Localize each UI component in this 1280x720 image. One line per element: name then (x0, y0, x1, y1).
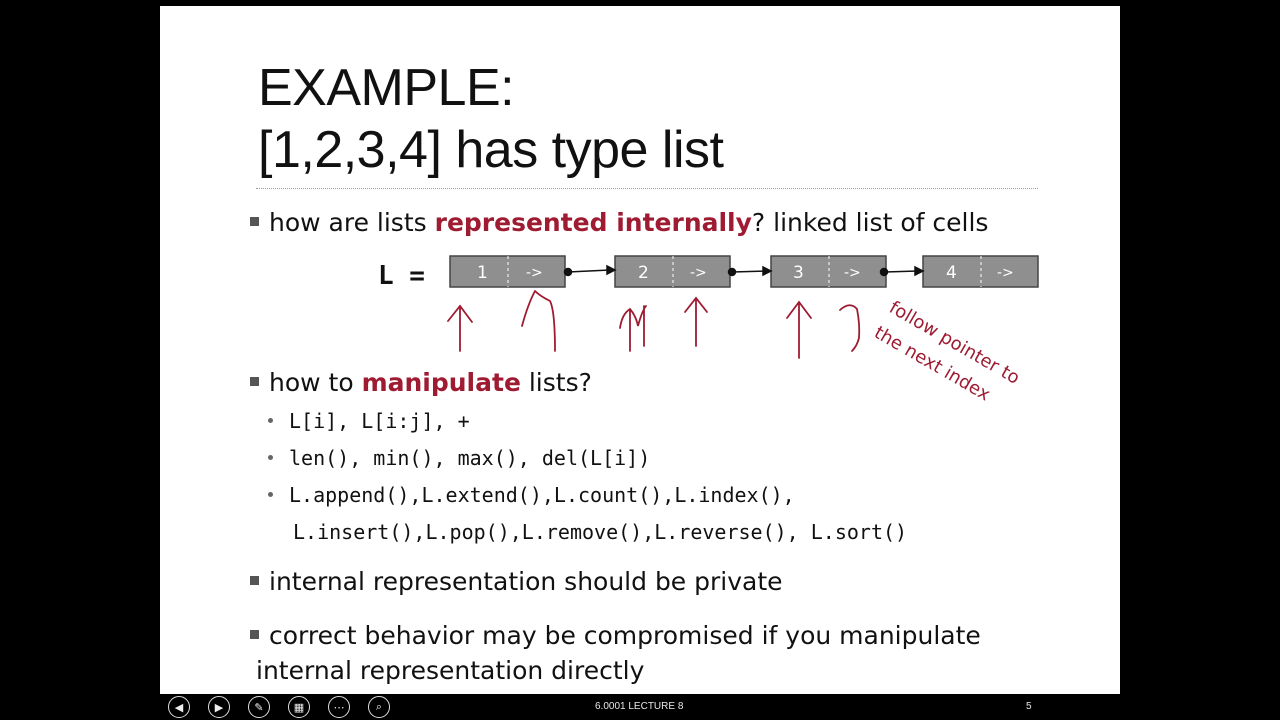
cell-1-value: 1 (477, 263, 488, 283)
sub-bullet-dot-icon (268, 455, 273, 460)
bullet-compromised-continued: internal representation directly (256, 658, 644, 683)
sub-bullet-dot-icon (268, 492, 273, 497)
list-cell-3: 3 -> (770, 255, 887, 288)
slide-page-number: 5 (1026, 701, 1032, 712)
bullet-square-icon (250, 629, 259, 639)
bullet-text-pre: how to (269, 368, 362, 397)
cell-4-pointer: -> (997, 265, 1014, 281)
bullet-square-icon (250, 575, 259, 585)
bullet-highlight: manipulate (361, 368, 521, 397)
handwritten-arrows (447, 290, 861, 359)
bullet-private: internal representation should be privat… (250, 569, 783, 594)
diagram-label: L = (378, 261, 425, 291)
bullet-manipulate: how to manipulate lists? (250, 370, 592, 395)
slide: EXAMPLE: [1,2,3,4] has type list how are… (160, 6, 1120, 694)
next-slide-icon[interactable]: ▶ (208, 696, 230, 718)
bullet-text: correct behavior may be compromised if y… (269, 621, 981, 650)
bullet-text-post: lists? (520, 368, 592, 397)
cell-4-value: 4 (946, 263, 957, 283)
bullet-text: internal representation directly (256, 656, 645, 685)
sub-bullet-indexing: L[i], L[i:j], + (268, 411, 470, 431)
more-options-icon[interactable]: ⋯ (328, 696, 350, 718)
presentation-toolbar: ◀ ▶ ✎ ▦ ⋯ ⌕ 6.0001 LECTURE 8 5 (160, 694, 1120, 720)
previous-slide-icon[interactable]: ◀ (168, 696, 190, 718)
sub-bullet-text: L.insert(),L.pop(),L.remove(),L.reverse(… (293, 520, 908, 544)
sub-bullet-methods-continued: L.insert(),L.pop(),L.remove(),L.reverse(… (293, 522, 907, 542)
cell-3-pointer: -> (844, 265, 861, 281)
sub-bullet-text: L.append(),L.extend(),L.count(),L.index(… (289, 483, 795, 507)
sub-bullet-dot-icon (268, 418, 273, 423)
sub-bullet-methods: L.append(),L.extend(),L.count(),L.index(… (268, 485, 795, 505)
cell-3-value: 3 (793, 263, 804, 283)
view-slides-icon[interactable]: ▦ (288, 696, 310, 718)
sub-bullet-functions: len(), min(), max(), del(L[i]) (268, 448, 650, 468)
list-cell-4: 4 -> (922, 255, 1039, 288)
bullet-square-icon (250, 376, 259, 386)
bullet-text: internal representation should be privat… (269, 567, 783, 596)
sub-bullet-text: L[i], L[i:j], + (289, 409, 470, 433)
pen-tool-icon[interactable]: ✎ (248, 696, 270, 718)
list-cell-1: 1 -> (449, 255, 566, 288)
sub-bullet-text: len(), min(), max(), del(L[i]) (289, 446, 651, 470)
list-cell-2: 2 -> (614, 255, 731, 288)
bullet-compromised: correct behavior may be compromised if y… (250, 623, 981, 648)
cell-2-value: 2 (638, 263, 649, 283)
cell-1-pointer: -> (526, 265, 543, 281)
zoom-icon[interactable]: ⌕ (368, 696, 390, 718)
footer-lecture-label: 6.0001 LECTURE 8 (595, 701, 684, 712)
cell-2-pointer: -> (690, 265, 707, 281)
